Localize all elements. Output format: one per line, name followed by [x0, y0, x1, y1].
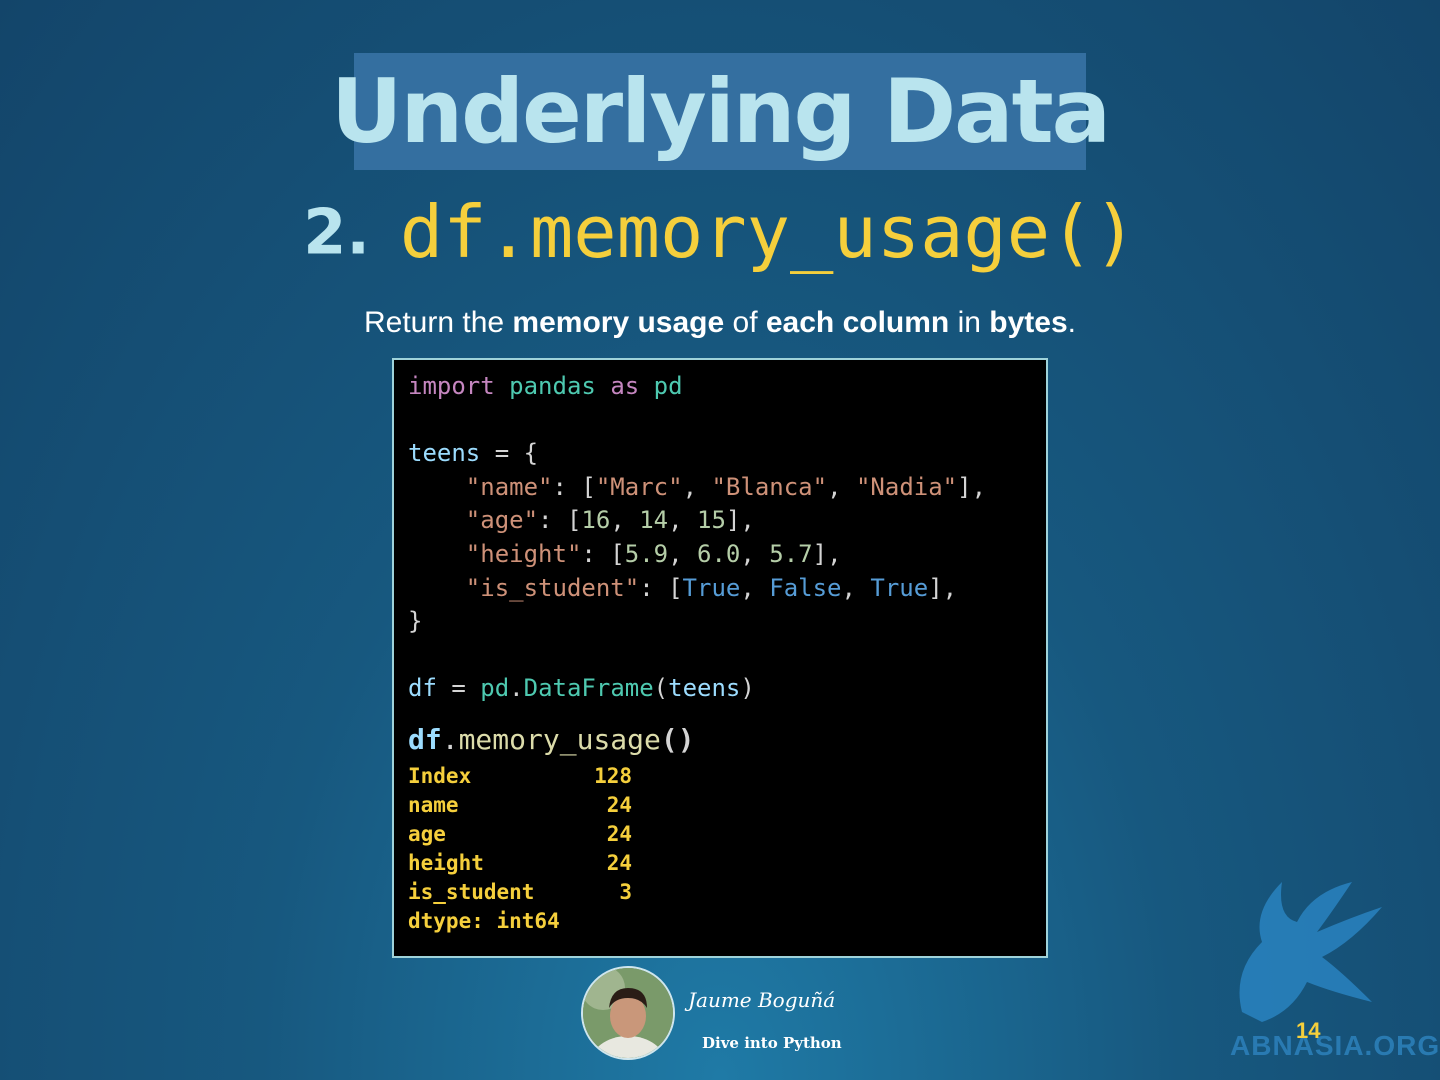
author-avatar — [581, 966, 675, 1060]
desc-bold: each column — [765, 306, 950, 339]
desc-text: . — [1067, 306, 1077, 339]
output-value: 24 — [606, 792, 632, 817]
code-token: = { — [480, 439, 539, 468]
code-token: True — [682, 573, 741, 602]
code-token: 5.7 — [769, 539, 813, 568]
code-token: teens — [408, 439, 481, 468]
code-token: } — [408, 607, 423, 636]
code-block: import pandas as pd teens = { "name": ["… — [392, 358, 1048, 958]
page-number: 14 — [1296, 1018, 1321, 1043]
code-token: pd — [480, 674, 510, 703]
output-dtype: dtype: int64 — [408, 908, 560, 933]
subtitle-code-method: memory_usage() — [529, 190, 1137, 274]
output-label: height — [408, 850, 484, 875]
title-banner: Underlying Data — [331, 53, 1111, 170]
author-name: Jaume Boguñá — [688, 988, 836, 1012]
code-token: "Marc" — [595, 472, 683, 501]
code-token: pd — [653, 372, 683, 400]
output-value: 24 — [606, 821, 632, 846]
code-token: "age" — [465, 506, 539, 535]
output-label: is_student — [408, 879, 535, 904]
code-token: 6.0 — [697, 539, 741, 568]
code-token: "is_student" — [465, 573, 640, 602]
code-token: "Nadia" — [855, 472, 958, 501]
output-table: Index 128 name 24 age 24 height 24 is_studen… — [408, 762, 632, 907]
slide-title: Underlying Data — [330, 60, 1111, 163]
description: Return the memory usage of each column i… — [0, 306, 1440, 340]
code-token: 5.9 — [624, 539, 669, 568]
method-call: df.memory_usage() — [408, 722, 695, 756]
course-name: Dive into Python — [702, 1034, 842, 1052]
code-token: memory_usage — [458, 722, 661, 756]
code-token: "name" — [465, 472, 553, 501]
desc-text: of — [724, 306, 766, 339]
output-value: 3 — [619, 879, 632, 904]
output-value: 128 — [594, 763, 632, 788]
code-token: import — [408, 372, 495, 400]
output-row: is_student 3 — [408, 878, 632, 907]
code-source: import pandas as pd teens = { "name": ["… — [408, 372, 987, 703]
output-row: height 24 — [408, 849, 632, 878]
output-row: Index 128 — [408, 762, 632, 791]
code-token: pandas — [509, 372, 596, 400]
code-token: DataFrame — [523, 674, 654, 703]
desc-bold: bytes — [989, 306, 1068, 339]
code-token: "height" — [465, 539, 582, 568]
watermark-text: ABNASIA.ORG — [1230, 1030, 1440, 1061]
subtitle-number: 2. — [303, 195, 370, 269]
subtitle-code-prefix: df. — [399, 190, 530, 274]
desc-bold: memory usage — [512, 306, 725, 339]
output-value: 24 — [606, 850, 632, 875]
code-token: df — [408, 674, 437, 703]
code-token: df — [408, 722, 442, 756]
code-token: "Blanca" — [711, 472, 828, 501]
code-token: 15 — [697, 506, 726, 535]
output-label: Index — [408, 763, 472, 788]
output-row: name 24 — [408, 791, 632, 820]
slide-subtitle: 2. df.memory_usage() — [0, 190, 1440, 274]
desc-text: in — [949, 306, 990, 339]
code-token: teens — [668, 674, 741, 703]
output-row: age 24 — [408, 820, 632, 849]
code-token: False — [769, 573, 842, 602]
desc-text: Return the — [363, 306, 513, 339]
subtitle-code: df.memory_usage() — [400, 190, 1137, 274]
code-token: 14 — [639, 506, 669, 535]
output-label: age — [408, 821, 446, 846]
griffin-logo-icon — [1239, 882, 1382, 1022]
code-token: as — [610, 372, 640, 400]
code-token: True — [870, 573, 929, 602]
code-token: 16 — [581, 506, 611, 535]
output-label: name — [408, 792, 459, 817]
